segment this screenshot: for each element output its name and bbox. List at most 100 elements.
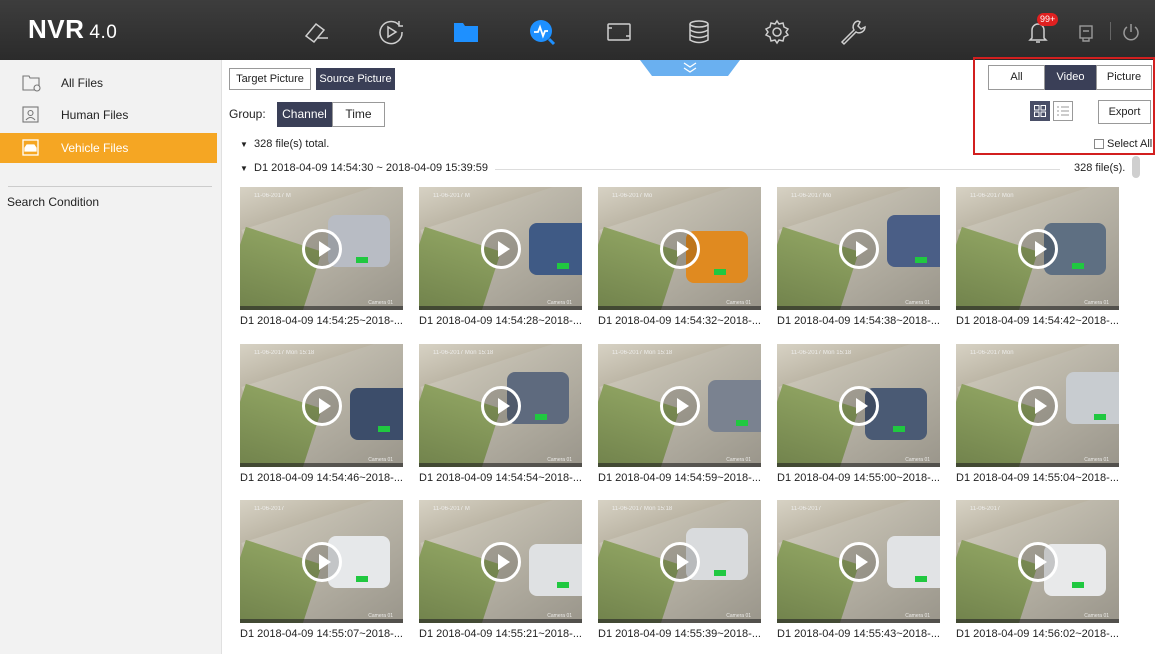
- video-thumbnail[interactable]: 11-06-2017 M Camera 01: [419, 187, 582, 310]
- play-icon[interactable]: [839, 386, 879, 426]
- osd-timestamp: 11-06-2017 Mon: [970, 193, 1014, 199]
- thumbnail-info-bar: [240, 306, 403, 310]
- file-total-text: 328 file(s) total.: [254, 138, 330, 150]
- smart-analysis-icon[interactable]: [528, 18, 556, 46]
- thumbnail-info-bar: [240, 463, 403, 467]
- video-thumbnail[interactable]: 11-06-2017 Mon 15:18 Camera 01: [777, 344, 940, 467]
- file-caption: D1 2018-04-09 14:55:39~2018-...: [598, 628, 761, 640]
- license-plate-marker: [356, 257, 368, 263]
- scrollbar[interactable]: [1132, 156, 1140, 178]
- video-thumbnail[interactable]: 11-06-2017 Mon 15:18 Camera 01: [598, 344, 761, 467]
- video-thumbnail[interactable]: 11-06-2017 Mon 15:18 Camera 01: [240, 344, 403, 467]
- play-icon[interactable]: [1018, 229, 1058, 269]
- file-caption: D1 2018-04-09 14:54:38~2018-...: [777, 315, 940, 327]
- storage-icon[interactable]: [685, 18, 713, 46]
- play-icon[interactable]: [660, 542, 700, 582]
- brand-name: NVR: [28, 14, 85, 44]
- live-view-icon[interactable]: [302, 18, 330, 46]
- filter-picture-button[interactable]: Picture: [1096, 65, 1152, 90]
- list-view-icon[interactable]: [1053, 101, 1073, 121]
- configuration-display-icon[interactable]: [605, 18, 633, 46]
- thumbnail-vehicle: [1066, 372, 1119, 424]
- sidebar-item-all-files[interactable]: All Files: [0, 68, 217, 98]
- collapse-panel-toggle[interactable]: [640, 60, 740, 76]
- play-icon[interactable]: [660, 229, 700, 269]
- grid-view-icon[interactable]: [1030, 101, 1050, 121]
- thumbnail-info-bar: [598, 619, 761, 623]
- thumbnail-vehicle: [350, 388, 403, 440]
- video-thumbnail[interactable]: 11-06-2017 Mon Camera 01: [956, 187, 1119, 310]
- period-header[interactable]: ▼ D1 2018-04-09 14:54:30 ~ 2018-04-09 15…: [240, 162, 488, 174]
- filter-video-button[interactable]: Video: [1045, 65, 1096, 90]
- target-picture-button[interactable]: Target Picture: [229, 68, 311, 90]
- file-caption: D1 2018-04-09 14:55:00~2018-...: [777, 472, 940, 484]
- period-text: D1 2018-04-09 14:54:30 ~ 2018-04-09 15:3…: [254, 162, 488, 174]
- license-plate-marker: [915, 257, 927, 263]
- play-icon[interactable]: [481, 229, 521, 269]
- export-button[interactable]: Export: [1098, 100, 1151, 124]
- brand-logo: NVR 4.0: [28, 14, 117, 45]
- file-caption: D1 2018-04-09 14:55:07~2018-...: [240, 628, 403, 640]
- group-channel-button[interactable]: Channel: [277, 102, 332, 127]
- sidebar-item-label: All Files: [61, 76, 104, 90]
- video-thumbnail[interactable]: 11-06-2017 M Camera 01: [240, 187, 403, 310]
- all-files-icon: [21, 72, 43, 94]
- source-picture-button[interactable]: Source Picture: [316, 68, 395, 90]
- license-plate-marker: [356, 576, 368, 582]
- license-plate-marker: [714, 570, 726, 576]
- file-caption: D1 2018-04-09 14:56:02~2018-...: [956, 628, 1119, 640]
- thumbnail-info-bar: [598, 463, 761, 467]
- file-total[interactable]: ▼ 328 file(s) total.: [240, 138, 329, 150]
- group-label: Group:: [229, 107, 266, 121]
- license-plate-marker: [1072, 263, 1084, 269]
- video-thumbnail[interactable]: 11-06-2017 Camera 01: [240, 500, 403, 623]
- search-condition-heading[interactable]: Search Condition: [7, 195, 99, 209]
- license-plate-marker: [915, 576, 927, 582]
- play-icon[interactable]: [302, 229, 342, 269]
- settings-icon[interactable]: [763, 18, 791, 46]
- thumbnail-info-bar: [419, 619, 582, 623]
- thumbnail-vehicle: [529, 223, 582, 275]
- license-plate-marker: [1072, 582, 1084, 588]
- play-icon[interactable]: [481, 542, 521, 582]
- video-thumbnail[interactable]: 11-06-2017 Camera 01: [777, 500, 940, 623]
- sidebar-item-vehicle-files[interactable]: Vehicle Files: [0, 133, 217, 163]
- checkbox-box[interactable]: [1094, 139, 1104, 149]
- osd-timestamp: 11-06-2017 M: [433, 506, 470, 512]
- play-icon[interactable]: [481, 386, 521, 426]
- thumbnail-info-bar: [777, 306, 940, 310]
- select-all-checkbox[interactable]: Select All: [1094, 138, 1152, 150]
- video-thumbnail[interactable]: 11-06-2017 M Camera 01: [419, 500, 582, 623]
- file-management-icon[interactable]: [452, 18, 480, 46]
- user-account-icon[interactable]: [1075, 18, 1097, 46]
- play-icon[interactable]: [302, 386, 342, 426]
- group-time-button[interactable]: Time: [332, 102, 385, 127]
- play-icon[interactable]: [660, 386, 700, 426]
- license-plate-marker: [535, 414, 547, 420]
- play-icon[interactable]: [839, 542, 879, 582]
- playback-icon[interactable]: [377, 18, 405, 46]
- play-icon[interactable]: [1018, 542, 1058, 582]
- thumbnail-info-bar: [598, 306, 761, 310]
- video-thumbnail[interactable]: 11-06-2017 Mon 15:18 Camera 01: [419, 344, 582, 467]
- video-thumbnail[interactable]: 11-06-2017 Mo Camera 01: [598, 187, 761, 310]
- maintenance-icon[interactable]: [838, 18, 866, 46]
- filter-all-button[interactable]: All: [988, 65, 1045, 90]
- play-icon[interactable]: [302, 542, 342, 582]
- collapse-arrow-icon: ▼: [240, 164, 248, 173]
- license-plate-marker: [557, 263, 569, 269]
- osd-timestamp: 11-06-2017 Mo: [612, 193, 653, 199]
- video-thumbnail[interactable]: 11-06-2017 Mon 15:18 Camera 01: [598, 500, 761, 623]
- sidebar-item-label: Vehicle Files: [61, 141, 129, 155]
- sidebar-item-human-files[interactable]: Human Files: [0, 100, 217, 130]
- top-bar: NVR 4.0 99+: [0, 0, 1155, 60]
- power-icon[interactable]: [1120, 18, 1142, 46]
- video-thumbnail[interactable]: 11-06-2017 Mo Camera 01: [777, 187, 940, 310]
- play-icon[interactable]: [1018, 386, 1058, 426]
- osd-timestamp: 11-06-2017: [254, 506, 285, 512]
- osd-timestamp: 11-06-2017 M: [254, 193, 291, 199]
- video-thumbnail[interactable]: 11-06-2017 Mon Camera 01: [956, 344, 1119, 467]
- video-thumbnail[interactable]: 11-06-2017 Camera 01: [956, 500, 1119, 623]
- osd-timestamp: 11-06-2017 Mon 15:18: [612, 350, 673, 356]
- play-icon[interactable]: [839, 229, 879, 269]
